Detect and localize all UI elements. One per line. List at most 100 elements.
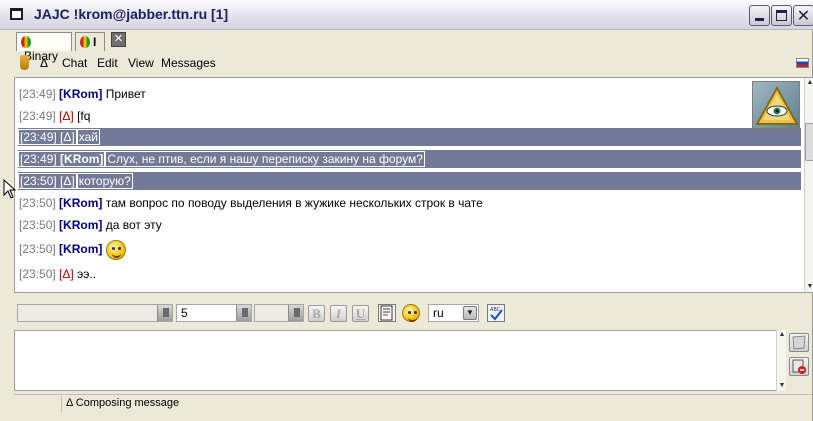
message-row-partial [19, 286, 22, 292]
message-time-partial [19, 288, 22, 292]
scroll-up-arrow-icon[interactable]: ▲ [805, 78, 813, 88]
chat-scrollbar[interactable]: ▲ ▼ [804, 78, 813, 292]
scroll-down-arrow-icon[interactable]: ▼ [777, 381, 787, 391]
message-nick: [Δ] [59, 109, 74, 123]
message-row: [23:49] [KRom] Привет [19, 85, 146, 103]
message-time: [23:49] [19, 87, 56, 101]
window-icon [10, 8, 23, 20]
title-bar[interactable]: JAJC !krom@jabber.ttn.ru [1] ✕ [0, 0, 813, 30]
language-select[interactable]: ru ▼ [428, 304, 479, 322]
message-text: ээ.. [77, 267, 96, 281]
spellcheck-button[interactable]: ABC [487, 304, 505, 322]
message-time: [23:50] [19, 196, 56, 210]
font-size-value: 5 [181, 306, 188, 320]
menu-view[interactable]: View [128, 56, 154, 70]
bold-button[interactable]: B [308, 305, 325, 322]
message-row: [23:50] [KRom] [19, 238, 126, 260]
text-format-button[interactable] [378, 304, 396, 322]
tab-i[interactable]: I [75, 32, 105, 51]
dropdown-arrow-icon[interactable] [236, 305, 251, 321]
message-time: [23:49] [20, 152, 57, 166]
status-bar: Δ Composing message [14, 394, 812, 412]
chat-log[interactable]: [23:49] [KRom] Привет [23:49] [Δ] [fq [2… [14, 77, 813, 293]
message-time: [23:49] [19, 109, 56, 123]
spellcheck-icon: ABC [490, 307, 503, 321]
menu-messages[interactable]: Messages [161, 56, 216, 70]
close-tab-button[interactable]: ✕ [111, 32, 126, 47]
maximize-button[interactable] [771, 5, 792, 26]
message-text: Привет [105, 87, 146, 101]
balloon-icon [80, 36, 90, 48]
send-button[interactable] [789, 333, 809, 352]
message-text: да вот эту [105, 218, 162, 232]
close-chat-icon [792, 359, 806, 374]
message-nick: [Δ] [60, 130, 75, 144]
message-time: [23:50] [19, 242, 56, 256]
close-icon: ✕ [796, 6, 811, 25]
message-nick: [KRom] [59, 87, 103, 101]
tab-binary[interactable]: Binary [16, 32, 72, 63]
message-time: [23:50] [19, 218, 56, 232]
message-nick: [KRom] [59, 218, 103, 232]
window-title: JAJC !krom@jabber.ttn.ru [1] [34, 6, 229, 22]
font-select[interactable] [17, 304, 173, 322]
menu-chat[interactable]: Chat [62, 56, 87, 70]
color-select[interactable] [254, 304, 304, 322]
message-time: [23:50] [19, 267, 56, 281]
message-text: Слух, не птив, если я нашу переписку зак… [105, 151, 425, 167]
user-status-icon[interactable] [20, 55, 29, 70]
menu-contact[interactable]: Δ [40, 56, 48, 70]
chat-window: JAJC !krom@jabber.ttn.ru [1] ✕ Binary I … [0, 0, 813, 421]
dropdown-arrow-icon[interactable] [288, 305, 303, 321]
input-scrollbar[interactable]: ▲ ▼ [776, 330, 786, 391]
dropdown-arrow-icon[interactable] [157, 305, 172, 321]
eye-pyramid-icon [755, 85, 799, 125]
message-row: [23:50] [KRom] да вот эту [19, 216, 162, 234]
message-row: [23:49] [Δ] [fq [19, 107, 90, 125]
message-nick: [KRom] [60, 152, 104, 166]
message-row-selected[interactable]: [23:50] [Δ] которую? [18, 172, 801, 190]
message-nick: [Δ] [59, 267, 74, 281]
balloon-icon [21, 36, 31, 48]
message-row-selected[interactable]: [23:49] [Δ] хай [18, 128, 801, 146]
close-chat-button[interactable] [789, 357, 809, 376]
message-text: которую? [76, 173, 133, 189]
status-panel [14, 396, 62, 412]
smiley-icon [402, 304, 420, 322]
scroll-thumb[interactable] [805, 123, 813, 161]
language-flag-icon[interactable] [796, 58, 809, 68]
emoticon-button[interactable] [402, 304, 420, 322]
document-icon [380, 305, 393, 321]
italic-button[interactable]: I [330, 305, 347, 322]
scroll-down-arrow-icon[interactable]: ▼ [805, 282, 813, 292]
message-text: хай [76, 129, 100, 145]
scroll-up-arrow-icon[interactable]: ▲ [777, 330, 787, 340]
status-text: Δ Composing message [66, 397, 180, 409]
tab-label: I [93, 35, 97, 49]
message-row: [23:50] [KRom] там вопрос по поводу выде… [19, 194, 483, 212]
message-input[interactable] [14, 330, 786, 391]
font-size-select[interactable]: 5 [176, 304, 252, 322]
message-text: [fq [77, 109, 91, 123]
language-value: ru [433, 306, 444, 320]
minimize-button[interactable] [749, 5, 770, 26]
maximize-icon [776, 10, 787, 21]
message-row: [23:50] [Δ] ээ.. [19, 265, 96, 283]
mouse-pointer-icon [3, 179, 17, 199]
minimize-icon [755, 18, 764, 21]
format-toolbar: 5 B I U ru ▼ ABC [14, 300, 813, 326]
message-time: [23:50] [20, 174, 57, 188]
message-nick: [KRom] [59, 242, 103, 256]
send-icon [792, 335, 806, 350]
avatar [752, 81, 800, 129]
menu-edit[interactable]: Edit [97, 56, 118, 70]
message-time: [23:49] [20, 130, 57, 144]
dropdown-arrow-icon[interactable]: ▼ [463, 306, 477, 320]
close-button[interactable]: ✕ [793, 5, 813, 26]
tab-strip: Binary I ✕ [0, 30, 813, 63]
message-row-selected[interactable]: [23:49] [KRom] Слух, не птив, если я нашу… [18, 150, 801, 168]
message-nick: [Δ] [60, 174, 75, 188]
message-nick: [KRom] [59, 196, 103, 210]
smiley-emoticon-icon [105, 239, 126, 260]
underline-button[interactable]: U [352, 305, 369, 322]
